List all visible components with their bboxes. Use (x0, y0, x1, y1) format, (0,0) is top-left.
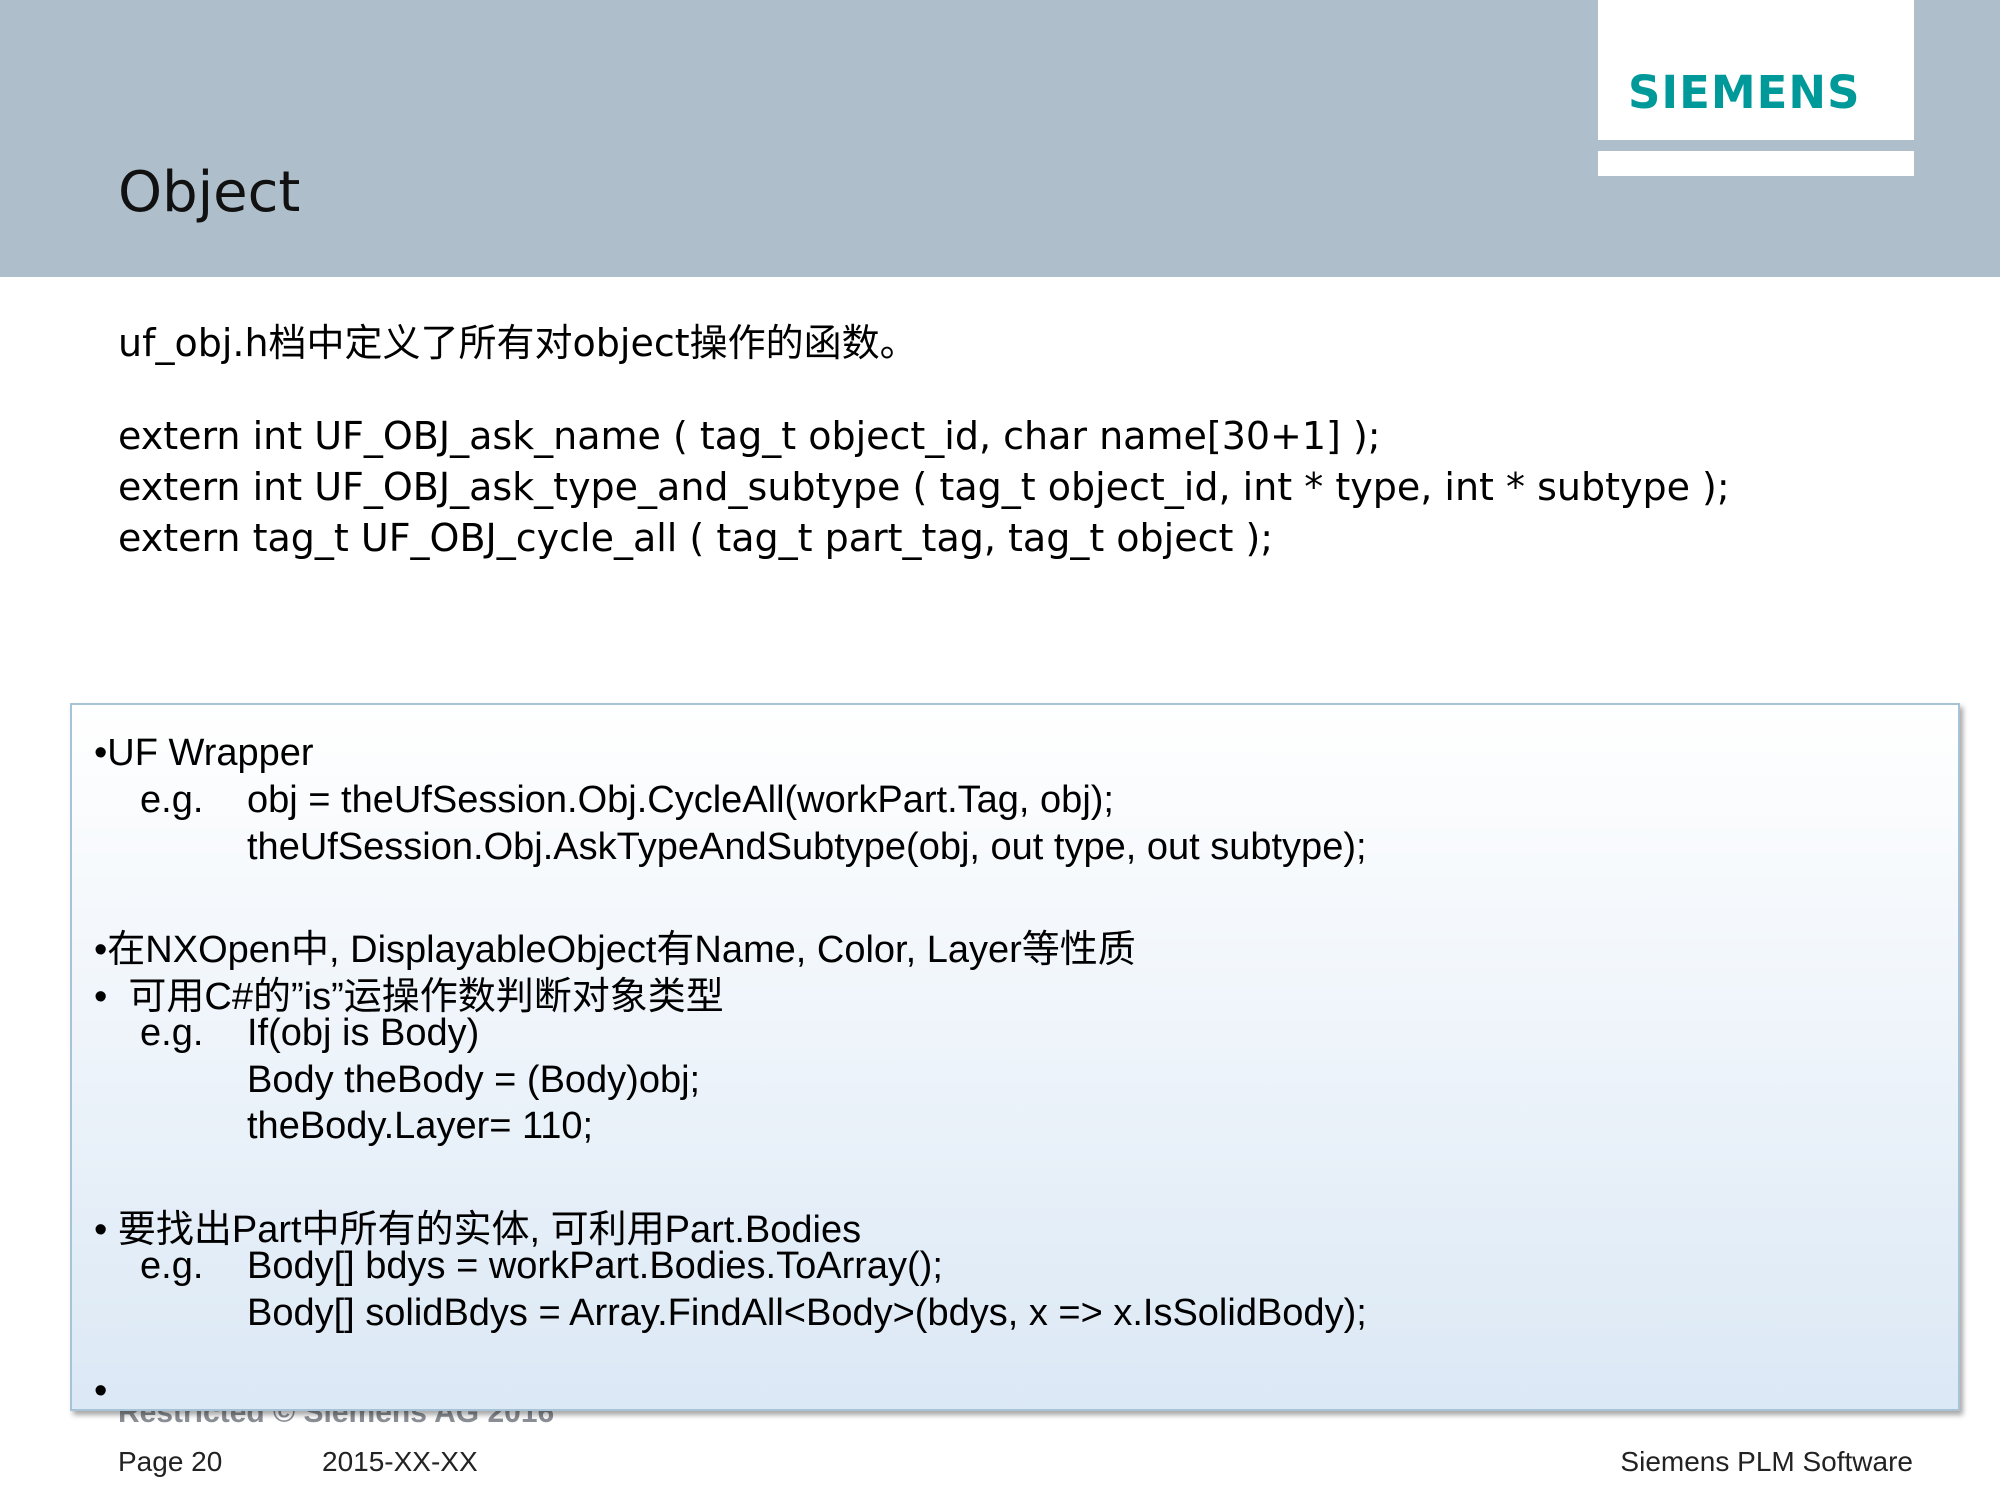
code-line-3: extern tag_t UF_OBJ_cycle_all ( tag_t pa… (118, 516, 1274, 560)
logo-underline-bar (1598, 151, 1914, 176)
eg2-line-3: theBody.Layer= 110; (247, 1105, 594, 1147)
code-line-1: extern int UF_OBJ_ask_name ( tag_t objec… (118, 414, 1381, 458)
eg-label-1: e.g. (140, 779, 204, 821)
eg2-line-2: Body theBody = (Body)obj; (247, 1059, 701, 1101)
bullet-uf-wrapper: •UF Wrapper (94, 732, 314, 774)
eg3-line-2: Body[] solidBdys = Array.FindAll<Body>(b… (247, 1292, 1367, 1334)
eg-label-3: e.g. (140, 1245, 204, 1287)
notes-box: •UF Wrapper e.g. obj = theUfSession.Obj.… (70, 703, 1960, 1412)
eg3-line-1: Body[] bdys = workPart.Bodies.ToArray(); (247, 1245, 943, 1287)
footer-company: Siemens PLM Software (1620, 1446, 1913, 1477)
empty-bullet: • (94, 1370, 108, 1412)
eg-label-2: e.g. (140, 1012, 204, 1054)
eg1-line-2: theUfSession.Obj.AskTypeAndSubtype(obj, … (247, 826, 1367, 868)
eg1-line-1: obj = theUfSession.Obj.CycleAll(workPart… (247, 779, 1114, 821)
slide-title: Object (118, 160, 301, 225)
footer-date: 2015-XX-XX (322, 1446, 478, 1477)
code-line-2: extern int UF_OBJ_ask_type_and_subtype (… (118, 465, 1730, 509)
siemens-logo: SIEMENS (1628, 66, 1861, 119)
page-number: Page 20 (118, 1446, 223, 1477)
intro-text: uf_obj.h档中定义了所有对object操作的函数。 (118, 321, 918, 365)
eg2-line-1: If(obj is Body) (247, 1012, 480, 1054)
